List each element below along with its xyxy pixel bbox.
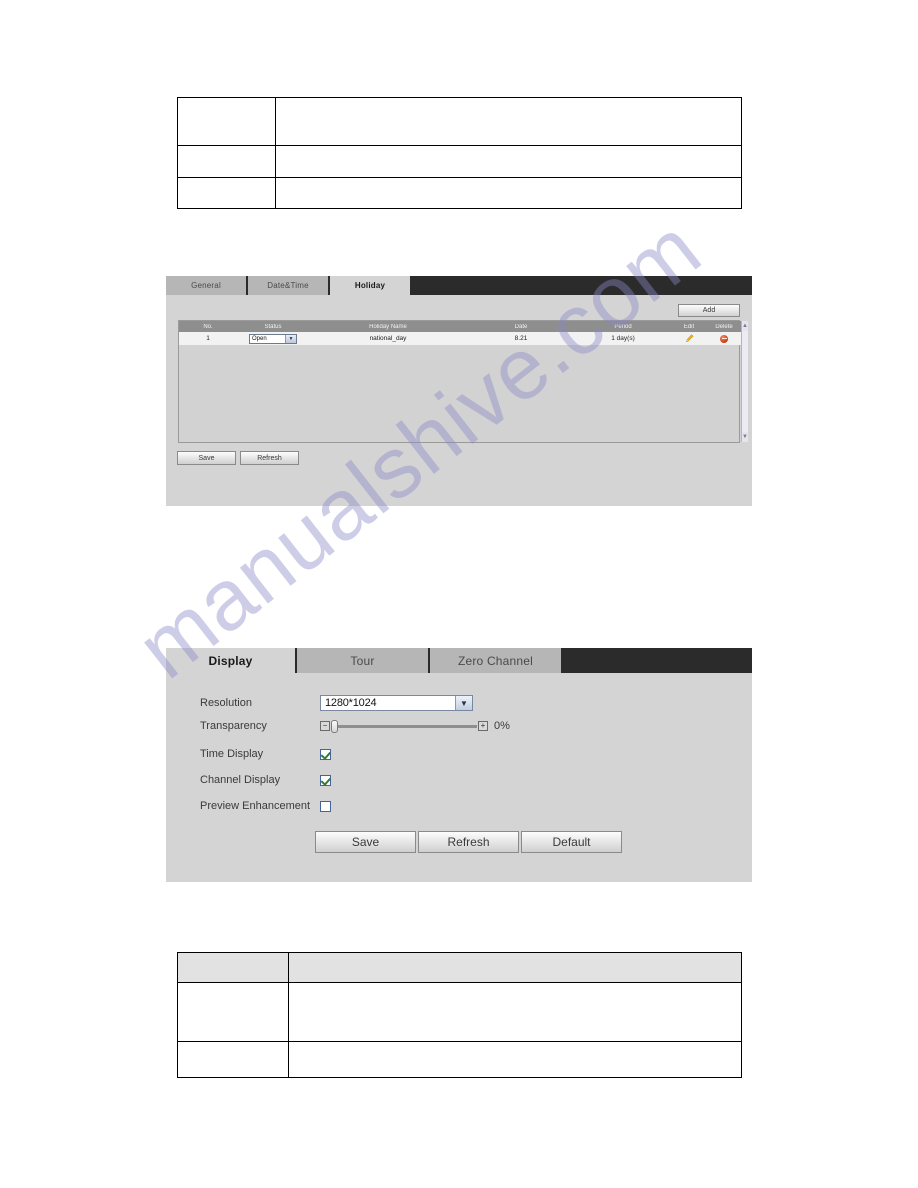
document-table-bottom xyxy=(177,952,742,1078)
table-cell xyxy=(288,982,742,1042)
preview-enhancement-row: Preview Enhancement xyxy=(200,800,331,812)
table-row xyxy=(177,1041,742,1078)
chevron-down-icon[interactable]: ▼ xyxy=(285,334,296,343)
tabbar-filler xyxy=(412,276,752,295)
slider-track[interactable] xyxy=(331,719,477,733)
chevron-down-icon[interactable]: ▼ xyxy=(455,696,472,710)
tab-zero-channel[interactable]: Zero Channel xyxy=(430,648,563,673)
transparency-value: 0% xyxy=(494,720,510,732)
cell-period: 1 day(s) xyxy=(611,335,635,342)
cell-holiday-name: national_day xyxy=(369,335,407,342)
slider-handle[interactable] xyxy=(331,719,338,733)
table-cell xyxy=(177,177,276,209)
tabbar-filler xyxy=(563,648,752,673)
tab-general[interactable]: General xyxy=(166,276,248,295)
resolution-select-value: 1280*1024 xyxy=(325,697,377,709)
column-header-holiday-name: Holiday Name xyxy=(369,323,407,330)
table-row xyxy=(177,177,742,209)
time-display-label: Time Display xyxy=(200,748,264,760)
resolution-label: Resolution xyxy=(200,697,252,709)
holiday-grid: No. Status Holiday Name Date Period Edit… xyxy=(179,321,741,442)
tab-tour[interactable]: Tour xyxy=(297,648,430,673)
minus-icon[interactable]: − xyxy=(320,721,330,731)
holiday-grid-container: No. Status Holiday Name Date Period Edit… xyxy=(178,320,748,443)
cell-edit xyxy=(671,332,707,345)
preview-enhancement-checkbox[interactable] xyxy=(320,800,331,812)
column-header-no: No. xyxy=(203,323,213,330)
table-cell xyxy=(177,145,276,178)
display-refresh-button[interactable]: Refresh xyxy=(418,831,519,853)
holiday-row: 1 Open ▼ national_day 8.21 1 day(s) xyxy=(179,332,741,345)
scroll-down-arrow-icon[interactable]: ▼ xyxy=(742,432,748,442)
column-header-period: Period xyxy=(614,323,632,330)
preview-enhancement-label: Preview Enhancement xyxy=(200,800,311,812)
table-header-cell xyxy=(177,952,289,983)
table-cell xyxy=(275,177,742,209)
channel-display-label: Channel Display xyxy=(200,774,281,786)
pencil-icon[interactable] xyxy=(685,334,694,343)
time-display-checkbox[interactable] xyxy=(320,748,331,760)
document-table-top xyxy=(177,97,742,209)
holiday-settings-panel: General Date&Time Holiday Add No. Status… xyxy=(166,276,752,506)
transparency-slider[interactable]: − + 0% xyxy=(320,719,510,733)
channel-display-row: Channel Display xyxy=(200,774,331,786)
table-cell xyxy=(288,1041,742,1078)
add-button[interactable]: Add xyxy=(678,304,740,317)
resolution-select[interactable]: 1280*1024 ▼ xyxy=(320,695,473,711)
column-header-date: Date xyxy=(514,323,528,330)
table-cell xyxy=(177,1041,289,1078)
cell-date: 8.21 xyxy=(514,335,528,342)
display-tabbar: Display Tour Zero Channel xyxy=(166,648,752,673)
channel-display-checkbox[interactable] xyxy=(320,774,331,786)
display-default-button[interactable]: Default xyxy=(521,831,622,853)
holiday-tabbar: General Date&Time Holiday xyxy=(166,276,752,295)
column-header-delete: Delete xyxy=(715,323,733,330)
delete-circle-icon[interactable] xyxy=(720,334,728,343)
table-cell xyxy=(177,97,276,146)
holiday-save-button[interactable]: Save xyxy=(177,451,236,465)
display-settings-panel: Display Tour Zero Channel Resolution 128… xyxy=(166,648,752,882)
table-header-cell xyxy=(288,952,742,983)
tab-holiday[interactable]: Holiday xyxy=(330,276,412,295)
holiday-refresh-button[interactable]: Refresh xyxy=(240,451,299,465)
time-display-row: Time Display xyxy=(200,748,331,760)
grid-header-row: No. Status Holiday Name Date Period Edit… xyxy=(179,321,741,332)
column-header-status: Status xyxy=(264,323,282,330)
scroll-up-arrow-icon[interactable]: ▲ xyxy=(742,321,748,331)
tab-date-time[interactable]: Date&Time xyxy=(248,276,330,295)
table-cell xyxy=(275,97,742,146)
status-select-value: Open xyxy=(252,335,267,342)
column-header-edit: Edit xyxy=(683,323,695,330)
plus-icon[interactable]: + xyxy=(478,721,488,731)
cell-status: Open ▼ xyxy=(237,332,309,345)
grid-vertical-scrollbar[interactable]: ▲ ▼ xyxy=(741,321,748,442)
transparency-row: Transparency − + 0% xyxy=(200,719,510,733)
table-cell xyxy=(177,982,289,1042)
status-select[interactable]: Open ▼ xyxy=(249,333,297,344)
cell-delete xyxy=(707,332,741,345)
table-cell xyxy=(275,145,742,178)
table-row xyxy=(177,97,742,146)
display-save-button[interactable]: Save xyxy=(315,831,416,853)
table-row xyxy=(177,952,742,983)
transparency-label: Transparency xyxy=(200,720,267,732)
table-row xyxy=(177,145,742,178)
cell-no: 1 xyxy=(206,335,210,342)
tab-display[interactable]: Display xyxy=(166,648,297,673)
resolution-row: Resolution 1280*1024 ▼ xyxy=(200,695,473,711)
table-row xyxy=(177,982,742,1042)
